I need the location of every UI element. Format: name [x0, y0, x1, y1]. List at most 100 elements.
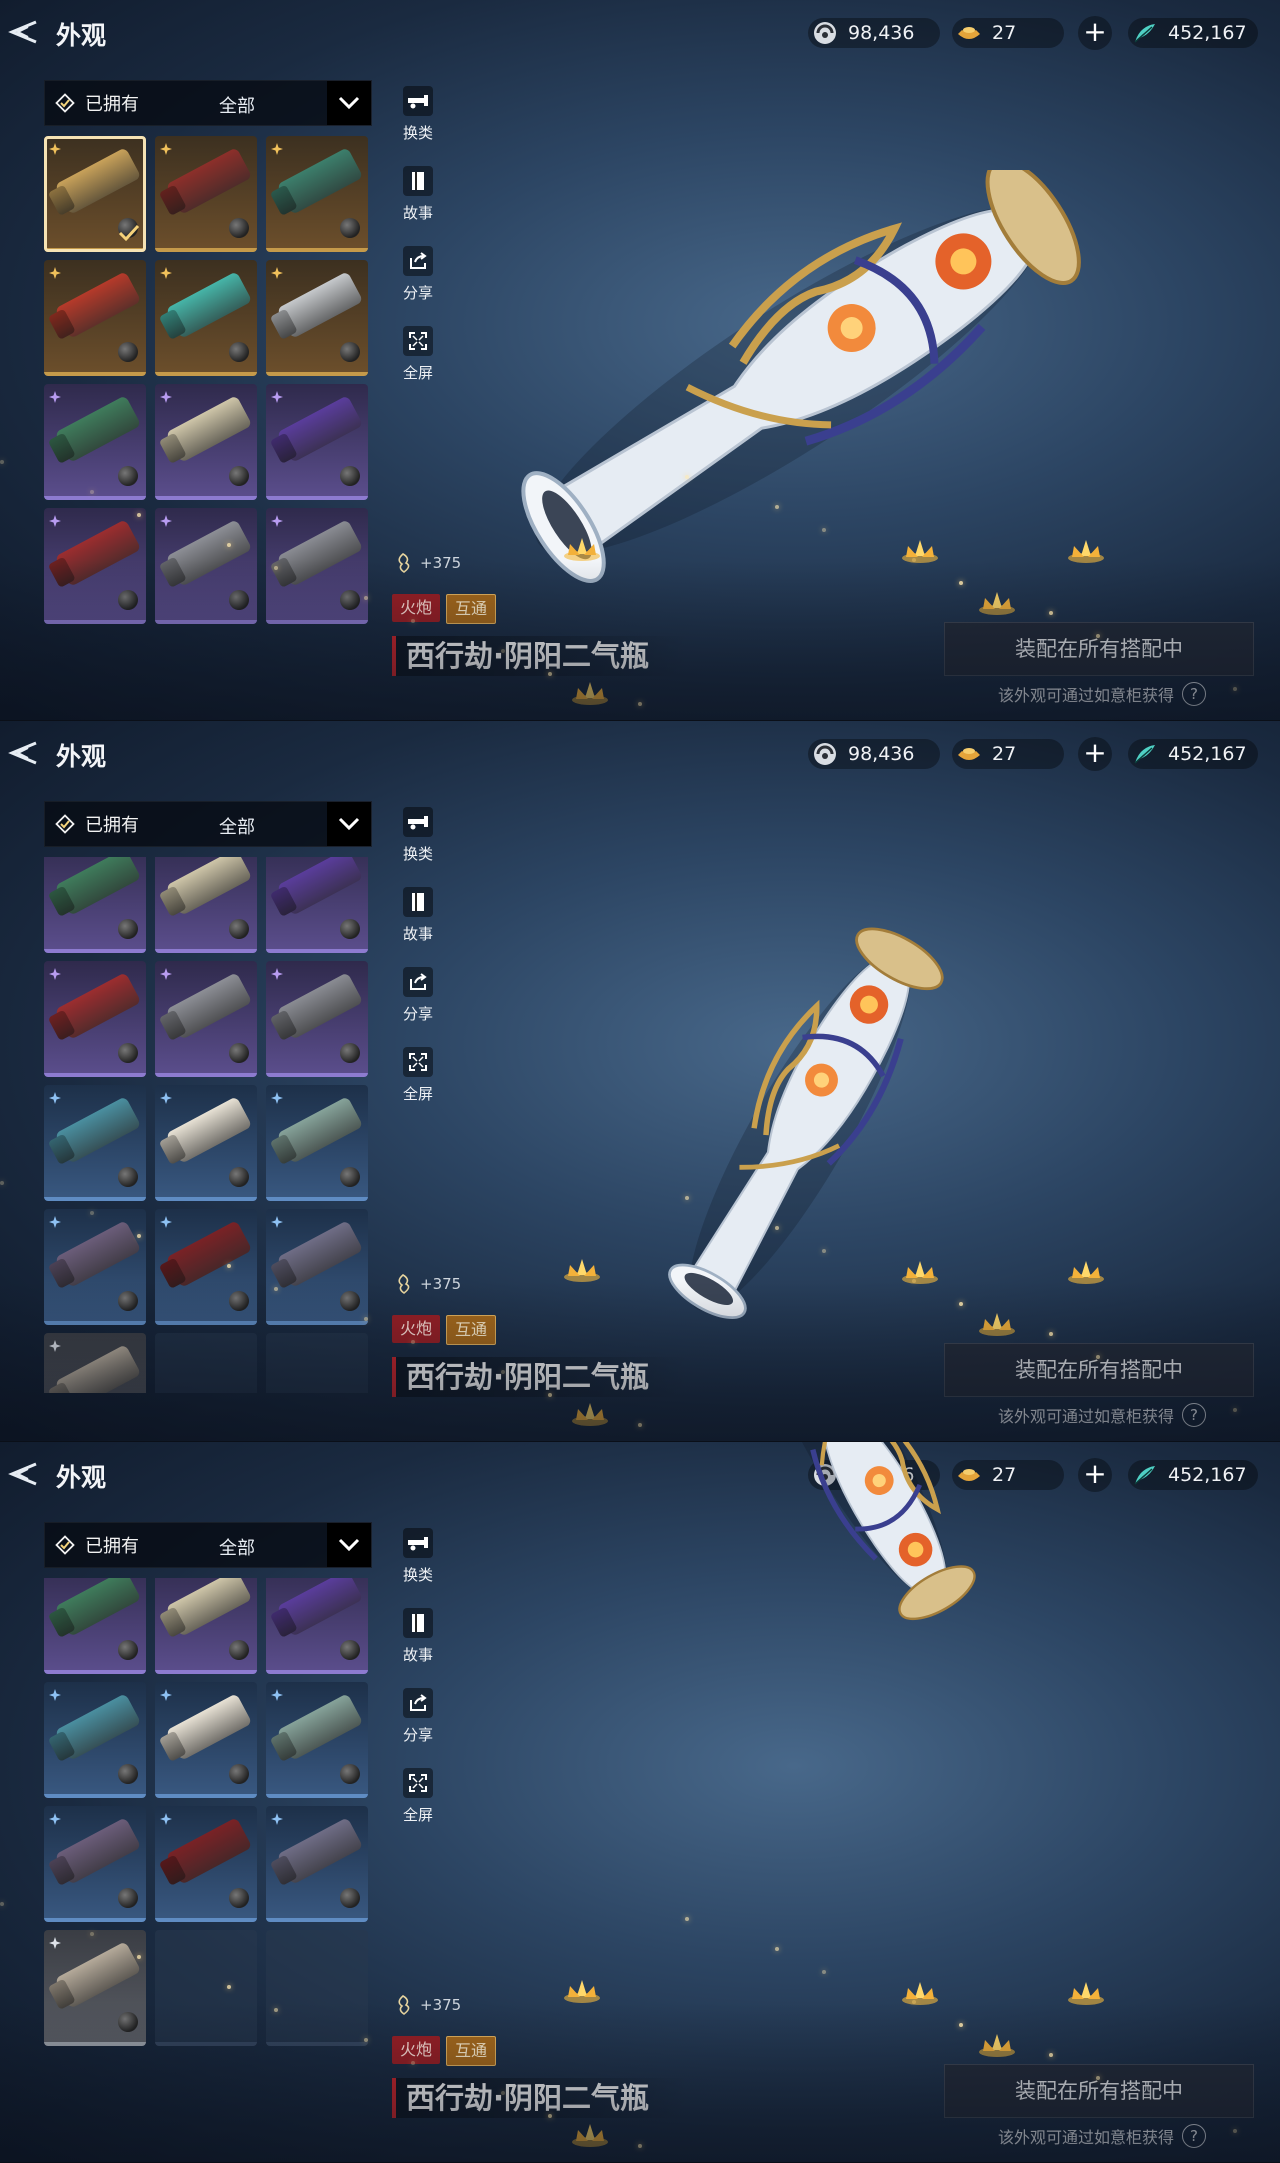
- top-bar: 外观 98,436 27 + 452,167: [0, 0, 1280, 66]
- equip-all-button[interactable]: 装配在所有搭配中: [944, 1343, 1254, 1397]
- skin-tile[interactable]: [266, 508, 368, 624]
- skin-tile[interactable]: [266, 1578, 368, 1674]
- skin-tile[interactable]: [44, 136, 146, 252]
- cannon-skin-thumbnail: [276, 972, 364, 1040]
- skin-tile[interactable]: [44, 1806, 146, 1922]
- cannon-skin-thumbnail: [165, 1578, 253, 1637]
- owned-filter-toggle[interactable]: 已拥有: [45, 1523, 159, 1567]
- equip-all-button[interactable]: 装配在所有搭配中: [944, 2064, 1254, 2118]
- weapon-preview[interactable]: [640, 1442, 1060, 1702]
- cannon-skin-thumbnail: [165, 1096, 253, 1164]
- fullscreen-icon: [403, 1768, 433, 1798]
- cannonball-icon: [118, 342, 138, 362]
- category-select[interactable]: 全部: [159, 1523, 371, 1567]
- rarity-tag-icon: [49, 1810, 61, 1825]
- fullscreen-button[interactable]: 全屏: [392, 326, 444, 406]
- skin-tile[interactable]: [266, 260, 368, 376]
- cannon-icon: [403, 86, 433, 116]
- skin-tile[interactable]: [44, 1930, 146, 2046]
- skin-tile[interactable]: [44, 1085, 146, 1201]
- weapon-preview[interactable]: [560, 901, 1040, 1361]
- help-icon[interactable]: ?: [1182, 2124, 1207, 2148]
- switch-type-button[interactable]: 换类: [392, 86, 444, 166]
- switch-type-button[interactable]: 换类: [392, 1528, 444, 1608]
- skin-tile[interactable]: [266, 857, 368, 953]
- skin-tile[interactable]: [155, 1806, 257, 1922]
- rarity-tag-icon: [160, 1686, 172, 1701]
- share-button[interactable]: 分享: [392, 246, 444, 326]
- owned-filter-toggle[interactable]: 已拥有: [45, 802, 159, 846]
- switch-type-button[interactable]: 换类: [392, 807, 444, 887]
- skin-tile[interactable]: [44, 384, 146, 500]
- skin-tile[interactable]: [155, 961, 257, 1077]
- category-select[interactable]: 全部: [159, 802, 371, 846]
- power-bonus: +375: [392, 1994, 461, 2016]
- cannon-skin-thumbnail: [165, 147, 253, 215]
- skin-tile[interactable]: [155, 1209, 257, 1325]
- filter-bar: 已拥有 全部: [44, 80, 372, 126]
- chevron-down-icon[interactable]: [327, 1523, 371, 1567]
- skin-tile[interactable]: [266, 1682, 368, 1798]
- sparkle-particle: [959, 2023, 963, 2027]
- story-button[interactable]: 故事: [392, 166, 444, 246]
- fullscreen-button[interactable]: 全屏: [392, 1768, 444, 1848]
- skin-tile[interactable]: [44, 508, 146, 624]
- back-arrow-icon[interactable]: [6, 739, 42, 767]
- category-select[interactable]: 全部: [159, 81, 371, 125]
- skin-tile[interactable]: [266, 1085, 368, 1201]
- cannon-skin-thumbnail: [165, 271, 253, 339]
- sparkle-particle: [364, 1317, 368, 1321]
- skin-tile[interactable]: [155, 384, 257, 500]
- cannonball-icon: [118, 1291, 138, 1311]
- skin-tile[interactable]: [44, 857, 146, 953]
- skin-tile[interactable]: [44, 1209, 146, 1325]
- appearance-screen: 外观 98,436 27 + 452,167: [0, 0, 1280, 721]
- help-icon[interactable]: ?: [1182, 682, 1207, 706]
- add-currency-button[interactable]: +: [1078, 16, 1112, 50]
- skin-tile[interactable]: [155, 508, 257, 624]
- skin-tile[interactable]: [155, 1578, 257, 1674]
- skin-tile[interactable]: [155, 260, 257, 376]
- skin-tile[interactable]: [266, 136, 368, 252]
- skin-tile[interactable]: [155, 1085, 257, 1201]
- cannon-skin-thumbnail: [54, 1817, 142, 1885]
- story-label: 故事: [402, 1646, 433, 1664]
- sparkle-particle: [1049, 1332, 1053, 1336]
- share-button[interactable]: 分享: [392, 1688, 444, 1768]
- filter-bar: 已拥有 全部: [44, 1522, 372, 1568]
- back-arrow-icon[interactable]: [6, 18, 42, 46]
- rarity-tag-icon: [160, 1213, 172, 1228]
- owned-filter-label: 已拥有: [85, 94, 139, 115]
- sparkle-particle: [137, 1234, 141, 1238]
- diamond-check-icon: [55, 1535, 75, 1555]
- skin-tile[interactable]: [155, 1682, 257, 1798]
- skin-tile[interactable]: [266, 384, 368, 500]
- help-icon[interactable]: ?: [1182, 1403, 1207, 1427]
- skin-tile[interactable]: [44, 1682, 146, 1798]
- skin-tile[interactable]: [44, 1333, 146, 1393]
- rarity-tag-icon: [49, 388, 61, 403]
- fullscreen-button[interactable]: 全屏: [392, 1047, 444, 1127]
- skin-tile[interactable]: [266, 1209, 368, 1325]
- story-button[interactable]: 故事: [392, 1608, 444, 1688]
- switch-type-label: 换类: [402, 124, 433, 142]
- sparkle-particle: [959, 581, 963, 585]
- weapon-preview[interactable]: [440, 159, 1140, 590]
- add-currency-button[interactable]: +: [1078, 737, 1112, 771]
- chevron-down-icon[interactable]: [327, 81, 371, 125]
- skin-tile[interactable]: [44, 1578, 146, 1674]
- add-currency-button[interactable]: +: [1078, 1458, 1112, 1492]
- owned-filter-toggle[interactable]: 已拥有: [45, 81, 159, 125]
- skin-tile[interactable]: [44, 961, 146, 1077]
- sparkle-particle: [0, 1181, 4, 1185]
- skin-tile[interactable]: [44, 260, 146, 376]
- skin-tile[interactable]: [266, 961, 368, 1077]
- back-arrow-icon[interactable]: [6, 1460, 42, 1488]
- story-button[interactable]: 故事: [392, 887, 444, 967]
- skin-tile[interactable]: [155, 857, 257, 953]
- share-button[interactable]: 分享: [392, 967, 444, 1047]
- equip-all-button[interactable]: 装配在所有搭配中: [944, 622, 1254, 676]
- skin-tile[interactable]: [266, 1806, 368, 1922]
- chevron-down-icon[interactable]: [327, 802, 371, 846]
- skin-tile[interactable]: [155, 136, 257, 252]
